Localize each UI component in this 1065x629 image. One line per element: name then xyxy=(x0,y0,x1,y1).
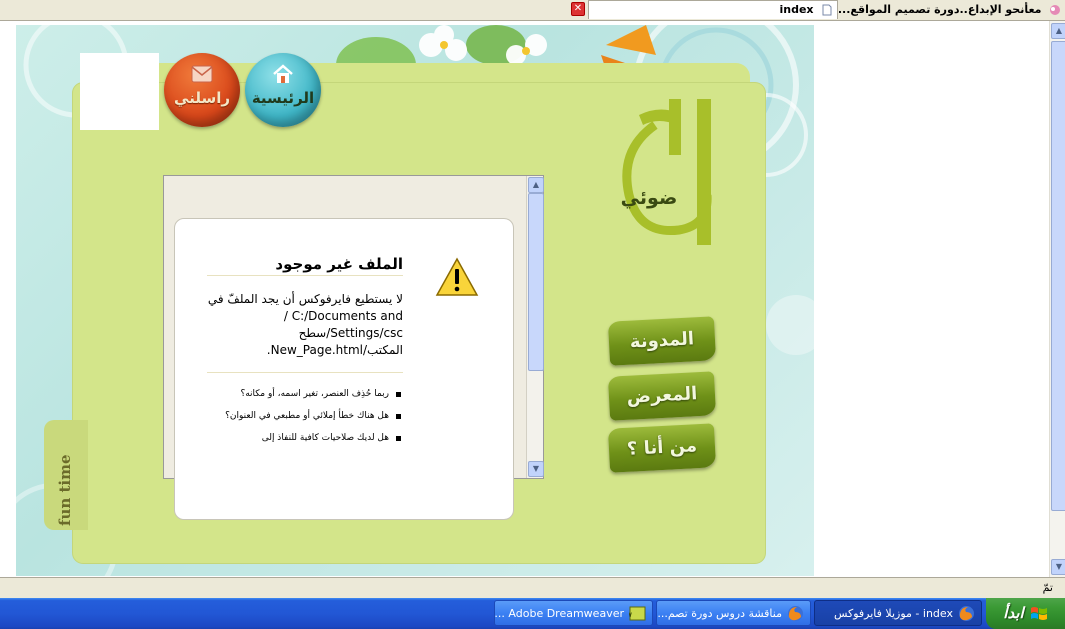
taskbar: ابدأ index - موزيلا فايرفوكس مناقشة دروس… xyxy=(0,598,1065,629)
firefox-icon xyxy=(959,606,974,621)
gallery-button[interactable]: المعرض xyxy=(607,371,717,421)
tab-index[interactable]: index xyxy=(588,0,838,19)
tab-forum[interactable]: معأنحو الإبداع..دورة تصميم المواقع... xyxy=(838,1,1065,19)
error-message-line: لا يستطيع فايرفوكس أن يجد الملفّ في xyxy=(207,292,403,306)
logo-mark-icon xyxy=(622,99,712,245)
taskbar-item-firefox[interactable]: index - موزيلا فايرفوكس xyxy=(814,600,982,626)
svg-text:Dw: Dw xyxy=(629,610,632,619)
error-message-line: المكتب/New_Page.html. xyxy=(266,343,403,357)
home-label: الرئيسية xyxy=(251,89,315,107)
windows-flag-icon xyxy=(1030,606,1047,620)
home-button[interactable]: الرئيسية xyxy=(245,53,321,127)
taskbar-item-forum[interactable]: مناقشة دروس دورة تصم... xyxy=(656,600,811,626)
list-item: هل لديك صلاحيات كافية للنفاذ إلى xyxy=(203,431,403,446)
taskbar-label: مناقشة دروس دورة تصم... xyxy=(657,607,782,620)
tab-label: معأنحو الإبداع..دورة تصميم المواقع... xyxy=(838,3,1042,16)
blog-button[interactable]: المدونة xyxy=(607,316,717,366)
favicon-icon xyxy=(1050,5,1060,15)
scroll-thumb[interactable] xyxy=(1051,41,1065,511)
scroll-thumb[interactable] xyxy=(528,193,544,371)
envelope-icon xyxy=(191,65,213,83)
blank-box xyxy=(80,53,159,130)
status-bar: تمّ xyxy=(0,577,1065,599)
error-message-line: C:/Documents and / xyxy=(283,309,403,323)
tab-label: index xyxy=(779,3,814,16)
taskbar-item-dreamweaver[interactable]: Dw Adobe Dreamweaver ... xyxy=(494,600,653,626)
error-title: الملف غير موجود xyxy=(275,255,403,273)
divider xyxy=(207,372,403,373)
divider xyxy=(207,275,403,276)
firefox-icon xyxy=(788,606,803,621)
embedded-frame: الملف غير موجود لا يستطيع فايرفوكس أن يج… xyxy=(163,175,544,520)
list-item: هل هناك خطأ إملائي أو مطبعي في العنوان؟ xyxy=(203,409,403,424)
fun-time-label: fun time xyxy=(56,454,74,526)
about-me-button[interactable]: من أنا ؟ xyxy=(607,423,717,473)
tab-close-icon[interactable]: ✕ xyxy=(571,2,585,16)
page-icon xyxy=(822,4,832,16)
error-message-line: Settings/csc/سطح xyxy=(298,326,403,340)
start-button[interactable]: ابدأ xyxy=(986,598,1065,629)
list-item: ربما حُذِف العنصر، تغير اسمه، أو مكانه؟ xyxy=(203,387,403,402)
scroll-down-icon[interactable]: ▼ xyxy=(1051,559,1065,575)
browser-viewport: fun time راسلني الرئيسية ضوئي المدونة ال… xyxy=(0,21,1049,577)
logo-text: ضوئي xyxy=(620,187,678,209)
error-message: لا يستطيع فايرفوكس أن يجد الملفّ في C:/D… xyxy=(207,291,403,359)
site-background: fun time راسلني الرئيسية ضوئي المدونة ال… xyxy=(16,25,814,576)
scroll-up-icon[interactable]: ▲ xyxy=(528,177,544,193)
taskbar-label: Adobe Dreamweaver ... xyxy=(494,607,624,620)
error-box: الملف غير موجود لا يستطيع فايرفوكس أن يج… xyxy=(174,218,514,520)
warning-icon xyxy=(435,257,479,296)
taskbar-label: index - موزيلا فايرفوكس xyxy=(833,607,953,620)
page-scrollbar[interactable]: ▲ ▼ xyxy=(1049,21,1065,577)
suggestion-list: ربما حُذِف العنصر، تغير اسمه، أو مكانه؟ … xyxy=(203,387,403,453)
house-icon xyxy=(273,64,293,83)
status-text: تمّ xyxy=(1042,581,1053,594)
scroll-down-icon[interactable]: ▼ xyxy=(528,461,544,477)
start-label: ابدأ xyxy=(1003,604,1024,622)
scroll-up-icon[interactable]: ▲ xyxy=(1051,23,1065,39)
frame-scrollbar[interactable]: ▲ ▼ xyxy=(526,176,544,478)
contact-label: راسلني xyxy=(174,89,230,107)
dreamweaver-icon: Dw xyxy=(629,606,646,621)
contact-button[interactable]: راسلني xyxy=(164,53,240,127)
tab-strip: معأنحو الإبداع..دورة تصميم المواقع... ✕ … xyxy=(0,0,1065,21)
